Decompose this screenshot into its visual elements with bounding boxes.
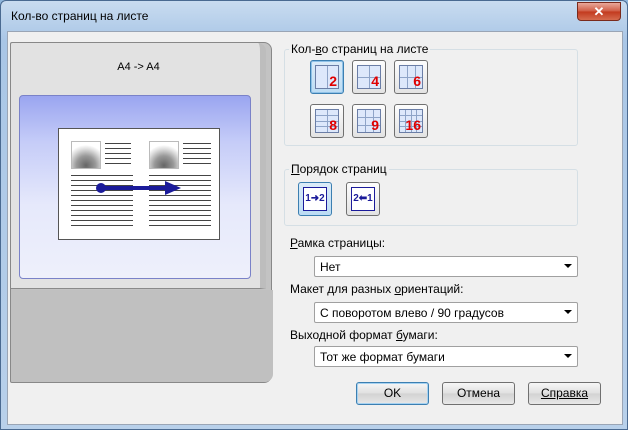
orientation-layout-label: Макет для разных ориентаций: [290, 282, 464, 296]
preview-well [19, 95, 251, 279]
text-lines [105, 143, 131, 168]
nup-4-icon: 4 [357, 65, 381, 89]
text-lines [183, 143, 211, 168]
output-paper-label: Выходной формат бумаги: [290, 328, 438, 342]
help-button[interactable]: Справка [528, 382, 601, 405]
nup-9-button[interactable]: 9 [352, 104, 386, 138]
page-border-select[interactable]: Нет [314, 256, 578, 277]
nup-2-button[interactable]: 2 [310, 60, 344, 94]
order-left-to-right-button[interactable]: 1➜2 [298, 182, 332, 216]
close-button[interactable]: ✕ [577, 2, 621, 21]
page-thumbnail-1 [71, 141, 101, 169]
dialog-window: Кол-во страниц на листе ✕ A4 -> A4 Кол-в… [0, 0, 628, 430]
nup-6-button[interactable]: 6 [394, 60, 428, 94]
pages-per-sheet-legend: Кол-во страниц на листе [291, 42, 429, 56]
ok-button[interactable]: OK [356, 382, 429, 405]
chevron-down-icon[interactable] [564, 310, 572, 314]
nup-16-button[interactable]: 16 [394, 104, 428, 138]
page-border-value: Нет [320, 260, 341, 274]
cancel-button[interactable]: Отмена [442, 382, 515, 405]
nup-8-button[interactable]: 8 [310, 104, 344, 138]
page-order-legend: Порядок страниц [291, 162, 387, 176]
output-paper-select[interactable]: Тот же формат бумаги [314, 346, 578, 367]
order-left-to-right-icon: 1➜2 [303, 187, 327, 211]
chevron-down-icon[interactable] [564, 354, 572, 358]
nup-9-icon: 9 [357, 109, 381, 133]
orientation-layout-value: С поворотом влево / 90 градусов [320, 306, 504, 320]
preview-sheet [58, 128, 220, 240]
page-thumbnail-2 [149, 141, 179, 169]
nup-4-button[interactable]: 4 [352, 60, 386, 94]
dialog-client-area: A4 -> A4 Кол-во страниц на листе 2 4 6 8… [7, 31, 623, 425]
window-title: Кол-во страниц на листе [11, 9, 149, 23]
preview-top: A4 -> A4 [11, 43, 266, 289]
nup-6-icon: 6 [399, 65, 423, 89]
output-paper-value: Тот же формат бумаги [320, 350, 445, 364]
preview-bottom [11, 290, 273, 382]
layout-preview-panel: A4 -> A4 [10, 42, 273, 383]
nup-16-icon: 16 [399, 109, 423, 133]
order-right-to-left-icon: 2⬅1 [351, 187, 375, 211]
chevron-down-icon[interactable] [564, 264, 572, 268]
preview-paper-label: A4 -> A4 [117, 61, 160, 73]
nup-2-icon: 2 [315, 65, 339, 89]
page-border-label: Рамка страницы: [290, 236, 386, 250]
orientation-layout-select[interactable]: С поворотом влево / 90 градусов [314, 302, 578, 323]
page-order-arrow-icon [96, 181, 181, 195]
nup-8-icon: 8 [315, 109, 339, 133]
order-right-to-left-button[interactable]: 2⬅1 [346, 182, 380, 216]
